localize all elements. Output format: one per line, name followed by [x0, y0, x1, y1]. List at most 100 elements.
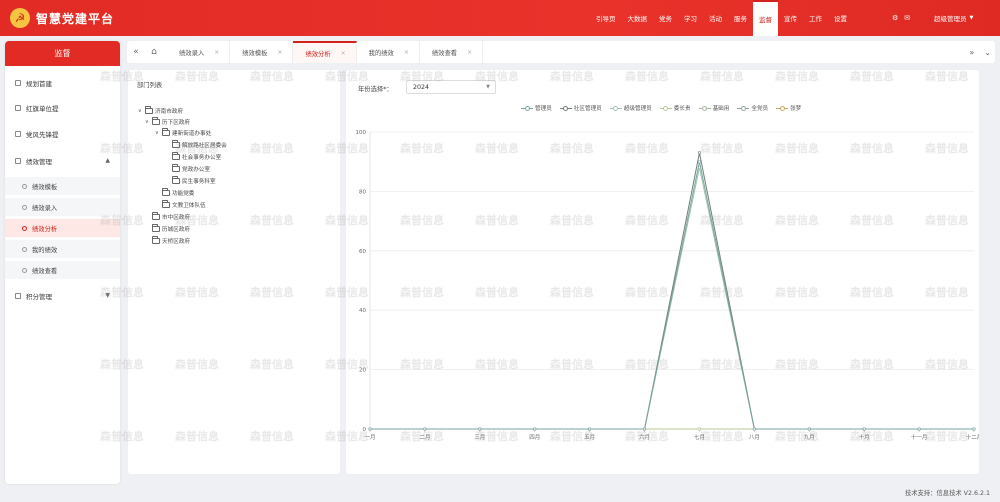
folder-icon — [172, 139, 180, 148]
nav-item-label: 工作 — [809, 15, 822, 23]
sidebar-subitem[interactable]: 绩效查看 — [5, 261, 120, 279]
close-icon[interactable]: × — [341, 50, 346, 57]
x-tick-label: 八月 — [749, 434, 760, 441]
caret-down-icon[interactable]: ∨ — [145, 119, 152, 125]
folder-icon — [162, 199, 170, 208]
tree-node[interactable]: 党政办公室 — [165, 163, 210, 173]
tab-next-button[interactable]: » — [969, 48, 974, 57]
nav-item[interactable]: 服务 — [728, 0, 753, 36]
tree-node[interactable]: 历城区政府 — [145, 223, 190, 233]
app-title: 智慧党建平台 — [36, 11, 115, 26]
tab-label: 我的绩效 — [368, 49, 394, 57]
data-point[interactable] — [697, 151, 701, 155]
x-tick-label: 二月 — [419, 434, 430, 441]
folder-icon — [152, 235, 160, 244]
data-point[interactable] — [697, 160, 701, 164]
tree-node[interactable]: 解放路社区居委会 — [165, 139, 227, 149]
tree-node[interactable]: ∨ 济南市政府 — [138, 105, 183, 115]
data-point[interactable] — [697, 427, 701, 431]
sidebar-item-label: 红旗单位提 — [26, 105, 59, 113]
sidebar-item[interactable]: 红旗单位提 — [5, 99, 120, 117]
folder-icon — [172, 163, 180, 172]
tab[interactable]: 绩效查看 × — [420, 41, 484, 63]
logo[interactable]: ☭ 智慧党建平台 — [10, 8, 114, 28]
data-point[interactable] — [533, 427, 537, 431]
data-point[interactable] — [423, 427, 427, 431]
tree-node[interactable]: 天桥区政府 — [145, 235, 190, 245]
header-icons: ⚙ ✉ — [892, 0, 910, 36]
data-point[interactable] — [752, 427, 756, 431]
tab-prev-button[interactable]: « — [127, 41, 145, 63]
data-point[interactable] — [972, 427, 976, 431]
sidebar-subitem[interactable]: 绩效分析 — [5, 219, 120, 237]
tree-node[interactable]: ∨ 历下区政府 — [145, 116, 190, 126]
close-icon[interactable]: × — [214, 49, 219, 56]
tree-node[interactable]: 社会事务办公室 — [165, 151, 221, 161]
data-point[interactable] — [917, 427, 921, 431]
data-point[interactable] — [643, 427, 647, 431]
chat-icon[interactable]: ✉ — [904, 14, 910, 22]
sidebar-item[interactable]: 绩效管理 ▲ — [5, 152, 120, 170]
sidebar-subitem-label: 我的绩效 — [32, 246, 58, 254]
sidebar-subitem[interactable]: 我的绩效 — [5, 240, 120, 258]
nav-item-label: 党务 — [659, 15, 672, 23]
bell-icon[interactable]: ⚙ — [892, 14, 898, 22]
data-point[interactable] — [368, 427, 372, 431]
tab[interactable]: 绩效录入 × — [167, 41, 231, 63]
y-tick-label: 0 — [363, 427, 367, 433]
close-icon[interactable]: × — [404, 49, 409, 56]
sidebar-item[interactable]: 规划首建 — [5, 74, 120, 92]
y-tick-label: 20 — [359, 368, 366, 374]
tree-node[interactable]: 民生事务科室 — [165, 175, 216, 185]
nav-item[interactable]: 宣传 — [778, 0, 803, 36]
nav-item[interactable]: 活动 — [703, 0, 728, 36]
square-icon — [15, 158, 21, 164]
sidebar-item[interactable]: 党风先锋提 — [5, 125, 120, 143]
tree-node-label: 功能党委 — [172, 190, 195, 197]
sidebar-subitem-label: 绩效模板 — [32, 183, 58, 191]
home-icon[interactable]: ⌂ — [145, 41, 163, 63]
tree-node-label: 济南市政府 — [155, 108, 183, 115]
tree-node[interactable]: 文教卫体队伍 — [155, 199, 206, 209]
y-tick-label: 40 — [359, 308, 366, 314]
nav-item[interactable]: 引导页 — [590, 0, 622, 36]
tree-node-label: 历城区政府 — [162, 226, 190, 233]
nav-item[interactable]: 监督 — [753, 0, 778, 36]
nav-item[interactable]: 工作 — [803, 0, 828, 36]
tab-label: 绩效录入 — [179, 49, 205, 57]
data-point[interactable] — [862, 427, 866, 431]
tab[interactable]: 我的绩效 × — [357, 41, 420, 63]
nav-item-label: 服务 — [734, 15, 747, 23]
caret-down-icon[interactable]: ∨ — [138, 108, 145, 114]
tab-label: 绩效模板 — [242, 49, 268, 57]
close-icon[interactable]: × — [277, 49, 282, 56]
user-menu[interactable]: 超级管理员 ▼ — [934, 0, 973, 36]
sidebar-subitem[interactable]: 绩效录入 — [5, 198, 120, 216]
sidebar-item-label: 绩效管理 — [26, 158, 52, 166]
nav-item[interactable]: 学习 — [678, 0, 703, 36]
folder-icon — [162, 127, 170, 136]
data-point[interactable] — [588, 427, 592, 431]
tab-menu-icon[interactable]: ⌄ — [984, 48, 991, 57]
sidebar: 监督 规划首建 红旗单位提 党风先锋提 绩效管理 ▲ 绩效模板 绩效录入 绩效分析 我的绩效 绩效… — [5, 41, 120, 484]
tree-node[interactable]: 功能党委 — [155, 187, 195, 197]
sidebar-item[interactable]: 积分管理 ▼ — [5, 287, 120, 305]
nav-item[interactable]: 设置 — [828, 0, 853, 36]
line-chart: 0 20 40 60 80 100 一月 二月 三月 四月 五月 六月 七月 八月 九月 十月 十一月 十二月 — [356, 130, 980, 441]
nav-item[interactable]: 大数据 — [622, 0, 654, 36]
sidebar-subitem[interactable]: 绩效模板 — [5, 177, 120, 195]
tree-node-label: 市中区政府 — [162, 214, 190, 221]
tab[interactable]: 绩效分析 × — [293, 41, 357, 63]
data-point[interactable] — [807, 427, 811, 431]
tree-node[interactable]: ∨ 建新街道办事处 — [155, 127, 211, 137]
top-header: ☭ 智慧党建平台 引导页 大数据 党务 学习 活动 服务 监督 宣传 工作 设置 ⚙ ✉ 超级管理… — [0, 0, 1000, 36]
nav-item[interactable]: 党务 — [653, 0, 678, 36]
caret-down-icon[interactable]: ∨ — [155, 130, 162, 136]
x-tick-label: 七月 — [694, 433, 705, 441]
data-point[interactable] — [478, 427, 482, 431]
user-name: 超级管理员 — [934, 15, 967, 23]
tab[interactable]: 绩效模板 × — [230, 41, 294, 63]
department-title: 部门列表 — [137, 82, 163, 89]
tree-node[interactable]: 市中区政府 — [145, 211, 190, 221]
close-icon[interactable]: × — [467, 49, 472, 56]
